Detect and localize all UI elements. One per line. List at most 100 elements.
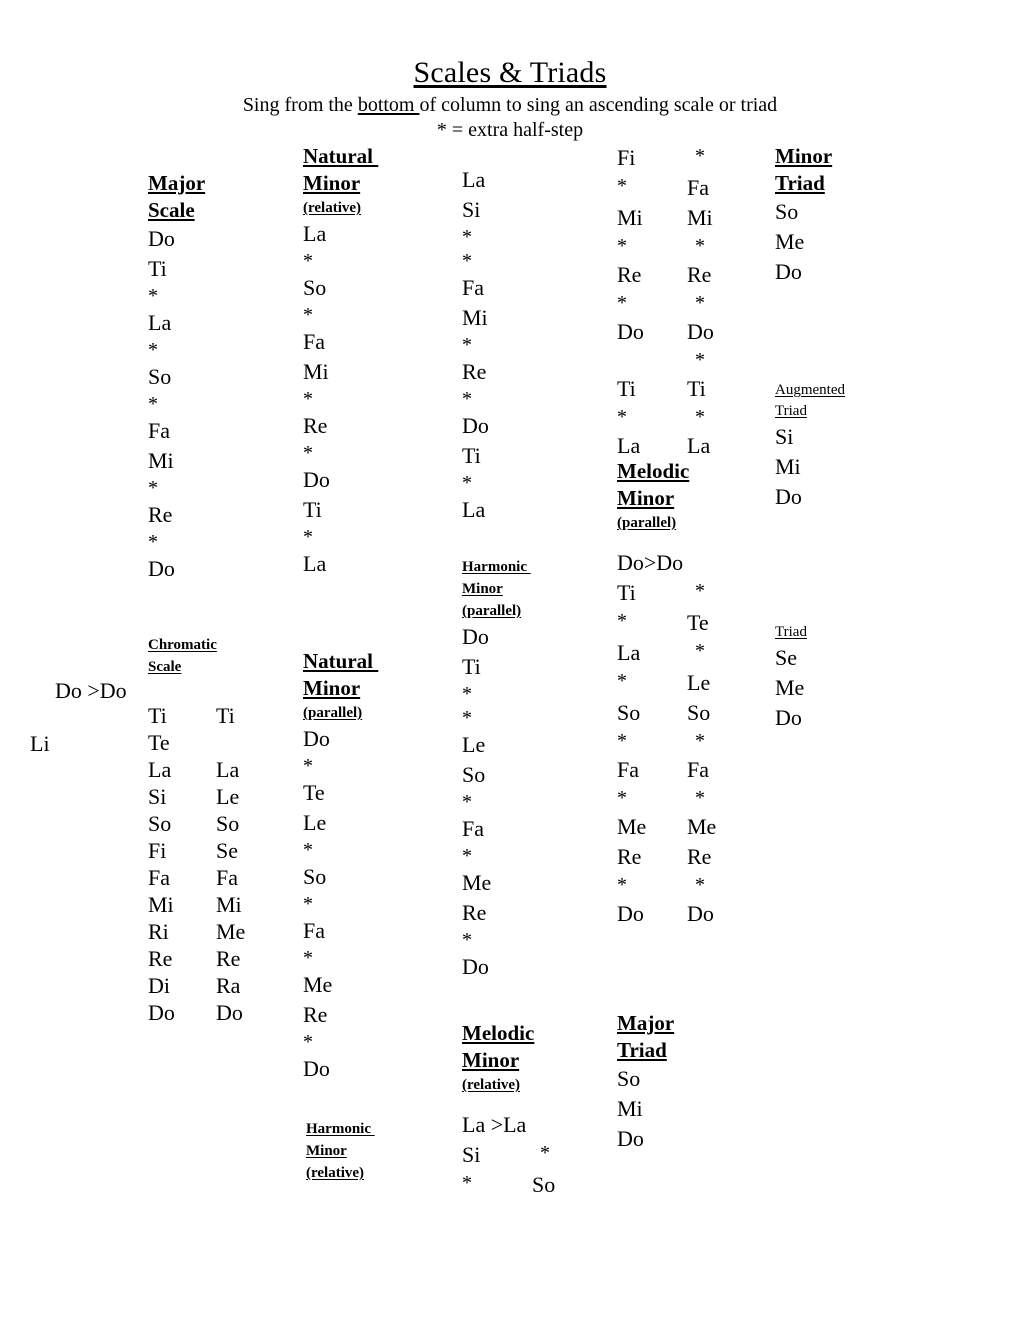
syllable-cell: So <box>148 811 172 836</box>
syllable: Mi <box>775 454 801 479</box>
syllable: Re <box>462 359 487 384</box>
syllable: * <box>303 250 313 272</box>
document-subtitle: Sing from the bottom of column to sing a… <box>0 92 1020 118</box>
syllable: Ti <box>462 443 481 468</box>
syllable-cell: Di <box>148 973 170 998</box>
syllable-cell: Fi <box>148 838 167 863</box>
syllable: * <box>303 755 313 777</box>
syllable: Fa <box>303 329 325 354</box>
syllable: Fa <box>462 816 484 841</box>
harmonic-minor-relative-syllable-list: La Si * * Fa Mi * Re * Do Ti * La <box>462 165 489 525</box>
syllable-cell: Le <box>216 784 240 809</box>
harmonic-minor-relative-values: La Si * * Fa Mi * Re * Do Ti * La <box>462 165 489 525</box>
chromatic-scale-title-line1: Chromatic <box>148 637 217 653</box>
syllable-cell: Ri <box>148 919 169 944</box>
syllable-cell: Mi <box>617 205 643 230</box>
chromatic-side-text: Li <box>30 731 50 756</box>
chromatic-rows: Ti Ti Te La La Si Le So So Fi Se Fa Fa Mi Mi Ri Me Re Re Di… <box>148 702 272 1026</box>
syllable-cell: Me <box>617 814 647 839</box>
major-scale-title-line2: Scale <box>148 198 195 222</box>
harmonic-minor-relative-title-line2: Minor <box>306 1143 347 1159</box>
melodic-minor-relative-subtitle: (relative) <box>462 1077 521 1093</box>
syllable: Re <box>303 413 328 438</box>
syllable: Do <box>303 1056 330 1081</box>
syllable: Re <box>462 900 487 925</box>
syllable-cell: * <box>695 145 705 167</box>
augmented-triad-syllable-list: Si Mi Do <box>775 422 845 512</box>
natural-minor-parallel-section: Natural Minor (parallel) Do * Te Le * So * Fa * M… <box>303 648 378 1084</box>
diminished-triad-title-line1: Triad <box>775 624 807 640</box>
syllable-cell: Fa <box>148 865 170 890</box>
syllable: Do <box>303 726 330 751</box>
syllable-cell: Re <box>617 844 642 869</box>
syllable-cell: Fi <box>617 145 636 170</box>
syllable: Me <box>775 675 805 700</box>
syllable: * <box>462 791 472 813</box>
syllable-cell: Fa <box>216 865 238 890</box>
syllable-cell <box>210 729 272 756</box>
syllable-cell: Do <box>617 319 644 344</box>
chromatic-range-text: Do >Do <box>55 678 127 703</box>
harmonic-minor-parallel-subtitle: (parallel) <box>462 603 522 619</box>
syllable-cell: So <box>532 1172 556 1197</box>
syllable-cell: * <box>617 235 627 257</box>
major-triad-title-line1: Major <box>617 1011 675 1035</box>
melodic-minor-parallel-section: Melodic Minor (parallel) Do>Do Ti * * Te La * *… <box>617 458 745 929</box>
syllable-cell: Si <box>462 1142 481 1167</box>
harmonic-minor-parallel-section: Harmonic Minor (parallel) Do Ti * * Le So * Fa *… <box>462 556 531 982</box>
syllable-cell: So <box>617 700 641 725</box>
harmonic-minor-parallel-title-line2: Minor <box>462 581 503 597</box>
page-title-text: Scales & Triads <box>413 56 607 89</box>
augmented-triad-title-line2: Triad <box>775 403 807 419</box>
major-triad-syllable-list: So Mi Do <box>617 1064 674 1154</box>
subtitle-part-2: of column to sing an ascending scale or … <box>419 94 778 116</box>
syllable: Si <box>462 197 481 222</box>
syllable-cell: Do <box>216 1000 243 1025</box>
syllable-cell: Te <box>148 730 170 755</box>
syllable-cell: Re <box>216 946 241 971</box>
syllable-cell: Se <box>216 838 238 863</box>
syllable-cell: Ti <box>216 703 235 728</box>
natural-minor-relative-syllable-list: La * So * Fa Mi * Re * Do Ti * La <box>303 219 378 579</box>
syllable: * <box>303 304 313 326</box>
minor-triad-title-line1: Minor <box>775 144 833 168</box>
natural-minor-parallel-syllable-list: Do * Te Le * So * Fa * Me Re * Do <box>303 724 378 1084</box>
syllable: Do <box>148 226 175 251</box>
major-scale-section: Major Scale Do Ti * La * So * Fa Mi * Re * Do <box>148 170 205 584</box>
syllable: * <box>303 1031 313 1053</box>
syllable: Me <box>462 870 492 895</box>
syllable: Do <box>617 1126 644 1151</box>
harmonic-minor-parallel-syllable-list: Do Ti * * Le So * Fa * Me Re * Do <box>462 622 531 982</box>
syllable-cell: Ti <box>617 580 636 605</box>
syllable-cell: * <box>540 1142 550 1164</box>
syllable: * <box>303 442 313 464</box>
diminished-triad-syllable-list: Se Me Do <box>775 643 807 733</box>
syllable-cell: * <box>695 406 705 428</box>
minor-triad-section: Minor Triad So Me Do <box>775 143 832 287</box>
syllable: Do <box>775 484 802 509</box>
syllable-cell: * <box>617 787 627 809</box>
syllable-cell: La <box>148 757 172 782</box>
syllable: * <box>303 526 313 548</box>
syllable: * <box>303 388 313 410</box>
syllable-cell: La <box>687 433 711 458</box>
subtitle-part-1: Sing from the <box>242 94 358 116</box>
syllable: Fa <box>148 418 170 443</box>
chromatic-scale-heading: Chromatic Scale <box>148 634 217 678</box>
harmonic-minor-relative-title-line1: Harmonic <box>306 1121 375 1137</box>
syllable: * <box>462 334 472 356</box>
syllable: Do <box>148 556 175 581</box>
syllable-cell: Do <box>617 901 644 926</box>
minor-triad-title-line2: Triad <box>775 171 825 195</box>
syllable-cell: Re <box>687 844 712 869</box>
syllable-cell: * <box>695 235 705 257</box>
syllable-cell: La >La <box>462 1112 527 1137</box>
syllable: Re <box>303 1002 328 1027</box>
harmonic-minor-relative-heading: Harmonic Minor (relative) <box>306 1118 375 1184</box>
syllable-cell: * <box>695 640 705 662</box>
syllable: * <box>148 477 158 499</box>
syllable: Do <box>775 705 802 730</box>
syllable: * <box>148 285 158 307</box>
syllable-cell: Do <box>687 319 714 344</box>
syllable-cell: * <box>617 175 627 197</box>
